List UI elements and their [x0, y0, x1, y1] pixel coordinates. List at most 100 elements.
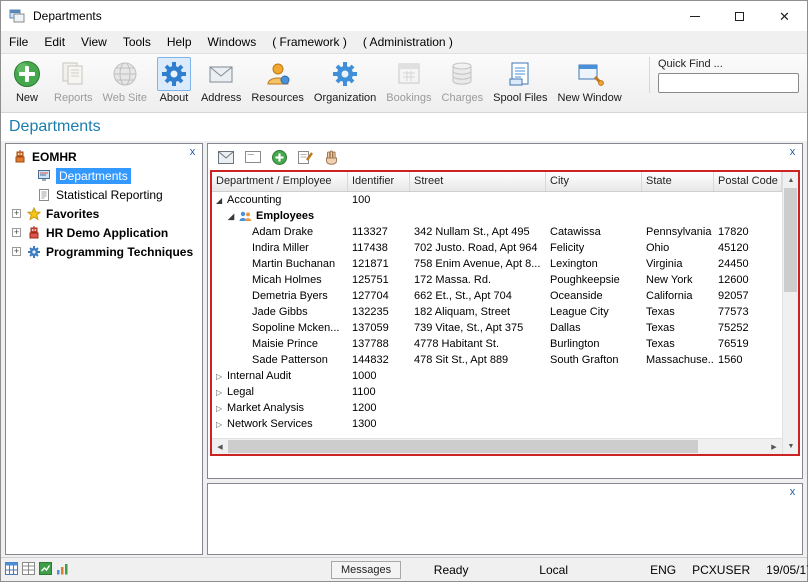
scroll-up-icon[interactable]: ▲	[783, 172, 799, 188]
cell: 127704	[348, 288, 410, 304]
toolbar-resources-button[interactable]: Resources	[246, 57, 309, 104]
column-header[interactable]: City	[546, 172, 642, 191]
toolbar-bookings-button[interactable]: Bookings	[381, 57, 436, 104]
tree-item-statistical-reporting[interactable]: Statistical Reporting	[6, 185, 202, 204]
table-row[interactable]: ▷Network Services1300	[212, 416, 782, 432]
mail-icon[interactable]	[218, 151, 234, 164]
app-icon	[9, 8, 25, 24]
toolbar-spool-files-button[interactable]: Spool Files	[488, 57, 552, 104]
expand-plus-icon[interactable]: +	[12, 228, 21, 237]
cell: 478 Sit St., Apt 889	[410, 352, 546, 368]
vertical-scrollbar[interactable]: ▲ ▼	[782, 172, 798, 454]
horizontal-scrollbar[interactable]: ◀ ▶	[212, 438, 782, 454]
horizontal-scroll-thumb[interactable]	[228, 440, 698, 453]
cell-name: Maisie Prince	[212, 336, 348, 352]
toolbar-new-button[interactable]: New	[5, 57, 49, 104]
cell: 702 Justo. Road, Apt 964	[410, 240, 546, 256]
edit-form-icon[interactable]	[298, 150, 313, 164]
detail-panel-close-icon[interactable]: x	[785, 485, 800, 500]
tree-item-hr-demo-application[interactable]: + HR Demo Application	[6, 223, 202, 242]
menu-windows[interactable]: Windows	[200, 32, 265, 52]
table-row[interactable]: Demetria Byers127704662 Et., St., Apt 70…	[212, 288, 782, 304]
expand-plus-icon[interactable]: +	[12, 209, 21, 218]
collapse-arrow-icon[interactable]: ◢	[228, 209, 239, 224]
tree-item-departments[interactable]: Departments	[6, 166, 202, 185]
vertical-scroll-thumb[interactable]	[784, 188, 797, 292]
menu-edit[interactable]: Edit	[36, 32, 73, 52]
table-row[interactable]: Sade Patterson144832478 Sit St., Apt 889…	[212, 352, 782, 368]
column-header[interactable]: Street	[410, 172, 546, 191]
toolbar-reports-button[interactable]: Reports	[49, 57, 98, 104]
menu-tools[interactable]: Tools	[115, 32, 159, 52]
expand-arrow-icon[interactable]: ▷	[216, 385, 227, 400]
add-icon[interactable]	[272, 150, 287, 165]
table-row[interactable]: Martin Buchanan121871758 Enim Avenue, Ap…	[212, 256, 782, 272]
menu-file[interactable]: File	[1, 32, 36, 52]
close-button[interactable]: ✕	[762, 1, 807, 31]
table-row[interactable]: Micah Holmes125751172 Massa. Rd.Poughkee…	[212, 272, 782, 288]
messages-button[interactable]: Messages	[331, 561, 401, 579]
table-view-icon[interactable]	[22, 562, 35, 578]
cell: Texas	[642, 304, 714, 320]
minimize-button[interactable]	[672, 1, 717, 31]
table-row[interactable]: ▷Internal Audit1000	[212, 368, 782, 384]
scroll-left-icon[interactable]: ◀	[212, 439, 228, 455]
expand-plus-icon[interactable]: +	[12, 247, 21, 256]
toolbar-label: Charges	[442, 92, 484, 104]
table-row[interactable]: Maisie Prince1377884778 Habitant St.Burl…	[212, 336, 782, 352]
window-title: Departments	[33, 9, 102, 23]
cell: 92057	[714, 288, 782, 304]
grid-view-icon[interactable]	[5, 562, 18, 578]
minimize-icon	[690, 16, 700, 17]
expand-arrow-icon[interactable]: ▷	[216, 401, 227, 416]
cell: 662 Et., St., Apt 704	[410, 288, 546, 304]
toolbar-address-button[interactable]: Address	[196, 57, 246, 104]
quick-find-input[interactable]	[658, 73, 799, 93]
toolbar-new-window-button[interactable]: New Window	[553, 57, 627, 104]
cell-name: ▷Internal Audit	[212, 368, 348, 384]
collapse-arrow-icon[interactable]: ◢	[216, 193, 227, 208]
scroll-down-icon[interactable]: ▼	[783, 438, 799, 454]
column-header[interactable]: Department / Employee	[212, 172, 348, 191]
chart-view-icon[interactable]	[39, 562, 52, 578]
scroll-right-icon[interactable]: ▶	[766, 439, 782, 455]
column-header[interactable]: Identifier	[348, 172, 410, 191]
tree-item-favorites[interactable]: + Favorites	[6, 204, 202, 223]
toolbar-label: Organization	[314, 92, 376, 104]
menu-help[interactable]: Help	[159, 32, 200, 52]
table-row[interactable]: Indira Miller117438702 Justo. Road, Apt …	[212, 240, 782, 256]
menu-view[interactable]: View	[73, 32, 115, 52]
toolbar-about-button[interactable]: About	[152, 57, 196, 104]
tree-item-eomhr[interactable]: EOMHR	[6, 147, 202, 166]
table-row[interactable]: Adam Drake113327342 Nullam St., Apt 495C…	[212, 224, 782, 240]
column-header[interactable]: Postal Code	[714, 172, 782, 191]
menu-framework[interactable]: ( Framework )	[264, 32, 355, 52]
cell-name: Demetria Byers	[212, 288, 348, 304]
cell	[348, 208, 410, 224]
hand-icon[interactable]	[324, 150, 339, 165]
table-row[interactable]: Jade Gibbs132235182 Aliquam, StreetLeagu…	[212, 304, 782, 320]
tree-item-label: Departments	[56, 168, 131, 184]
cell	[642, 368, 714, 384]
cell	[546, 368, 642, 384]
card-icon[interactable]	[245, 151, 261, 163]
table-row[interactable]: ◢Employees	[212, 208, 782, 224]
sort-chart-icon[interactable]	[56, 562, 69, 578]
list-panel-close-icon[interactable]: x	[785, 145, 800, 160]
maximize-button[interactable]	[717, 1, 762, 31]
table-row[interactable]: ▷Market Analysis1200	[212, 400, 782, 416]
table-row[interactable]: ▷Legal1100	[212, 384, 782, 400]
toolbar-organization-button[interactable]: Organization	[309, 57, 381, 104]
menu-administration[interactable]: ( Administration )	[355, 32, 461, 52]
expand-arrow-icon[interactable]: ▷	[216, 417, 227, 432]
column-header[interactable]: State	[642, 172, 714, 191]
toolbar-website-button[interactable]: Web Site	[98, 57, 152, 104]
title-bar[interactable]: Departments ✕	[1, 1, 807, 31]
tree-item-programming-techniques[interactable]: + Programming Techniques	[6, 242, 202, 261]
cell: 132235	[348, 304, 410, 320]
tree-panel-close-icon[interactable]: x	[185, 145, 200, 160]
toolbar-charges-button[interactable]: Charges	[437, 57, 489, 104]
expand-arrow-icon[interactable]: ▷	[216, 369, 227, 384]
table-row[interactable]: ◢Accounting100	[212, 192, 782, 208]
table-row[interactable]: Sopoline Mcken...137059739 Vitae, St., A…	[212, 320, 782, 336]
